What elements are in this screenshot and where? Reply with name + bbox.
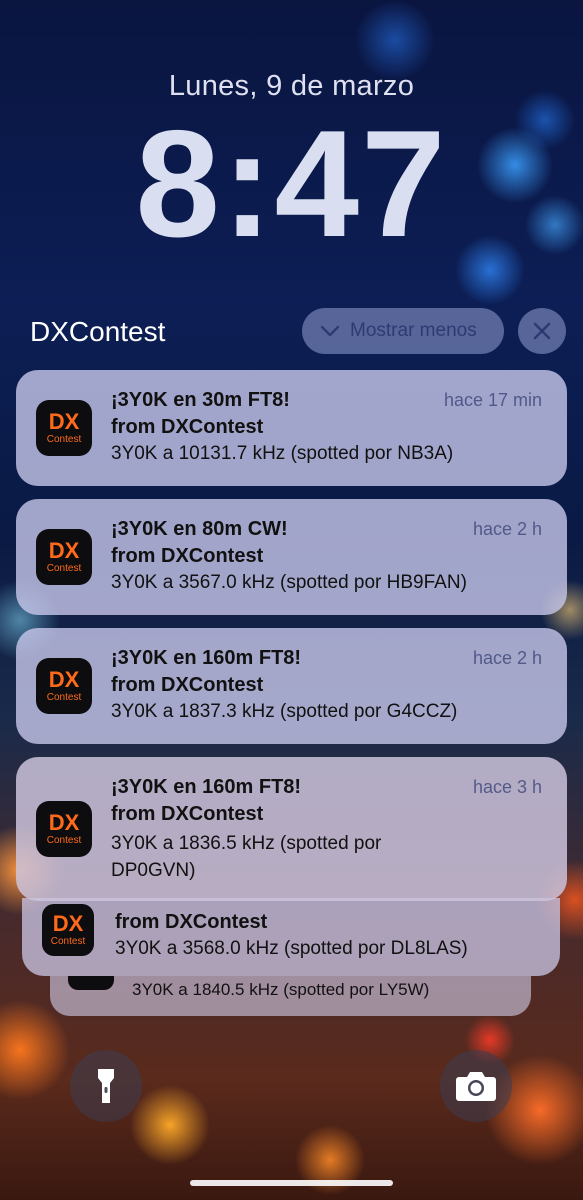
notification-time: hace 2 h [472, 519, 542, 539]
dxcontest-app-icon [68, 976, 114, 990]
notification-body: 3Y0K a 1836.5 kHz (spotted por DP0GVN) [111, 833, 382, 881]
show-less-label: Mostrar menos [350, 320, 477, 341]
notification-title: ¡3Y0K en 30m FT8! [111, 389, 290, 411]
app-icon-dx: DX [48, 809, 80, 835]
notification-title: ¡3Y0K en 160m FT8! [111, 776, 302, 798]
notification-title: ¡3Y0K en 160m FT8! [111, 647, 302, 669]
stacked-notification-peek[interactable]: 3Y0K a 1840.5 kHz (spotted por LY5W) [50, 976, 531, 1016]
notification-card[interactable]: DX Contest ¡3Y0K en 30m FT8! from DXCont… [16, 370, 567, 486]
lockscreen-clock: 8:47 [135, 99, 448, 269]
notification-time: hace 17 min [443, 390, 542, 410]
clear-group-button[interactable] [518, 308, 566, 354]
app-icon-dx: DX [48, 408, 80, 434]
chevron-down-icon [320, 325, 340, 337]
camera-icon [456, 1072, 496, 1101]
app-icon-contest: Contest [46, 691, 82, 703]
notification-body: 3Y0K a 3568.0 kHz (spotted por DL8LAS) [115, 938, 468, 959]
notification-time: hace 3 h [472, 777, 542, 797]
notification-subtitle: from DXContest [111, 545, 264, 567]
notification-body: 3Y0K a 1840.5 kHz (spotted por LY5W) [132, 980, 430, 999]
dxcontest-app-icon: DX Contest [36, 658, 92, 714]
camera-button[interactable] [440, 1050, 512, 1122]
show-less-button[interactable]: Mostrar menos [302, 308, 504, 354]
app-icon-dx: DX [48, 666, 80, 692]
notification-time: hace 2 h [472, 648, 542, 668]
dxcontest-app-icon: DX Contest [36, 400, 92, 456]
app-icon-contest: Contest [46, 433, 82, 445]
close-icon [533, 322, 551, 340]
notification-subtitle: from DXContest [111, 674, 264, 696]
group-app-name: DXContest [30, 316, 166, 347]
notification-card[interactable]: DX Contest ¡3Y0K en 160m FT8! from DXCon… [16, 757, 567, 901]
app-icon-contest: Contest [46, 562, 82, 574]
dxcontest-app-icon: DX Contest [36, 529, 92, 585]
notification-group-header: DXContest Mostrar menos [0, 308, 583, 358]
notification-card[interactable]: DX Contest ¡3Y0K en 80m CW! from DXConte… [16, 499, 567, 615]
notification-body: 3Y0K a 3567.0 kHz (spotted por HB9FAN) [111, 572, 467, 593]
app-icon-dx: DX [52, 910, 84, 936]
dxcontest-app-icon: DX Contest [36, 801, 92, 857]
home-indicator[interactable] [190, 1180, 393, 1186]
notification-body: 3Y0K a 1837.3 kHz (spotted por G4CCZ) [111, 701, 458, 722]
notification-body: 3Y0K a 10131.7 kHz (spotted por NB3A) [111, 443, 454, 464]
app-icon-contest: Contest [50, 935, 86, 947]
notification-card[interactable]: DX Contest ¡3Y0K en 160m FT8! from DXCon… [16, 628, 567, 744]
stacked-notification[interactable]: DX Contest from DXContest 3Y0K a 3568.0 … [22, 898, 560, 976]
app-icon-dx: DX [48, 537, 80, 563]
notification-subtitle: from DXContest [115, 911, 268, 933]
notification-title: ¡3Y0K en 80m CW! [111, 518, 288, 540]
notification-subtitle: from DXContest [111, 416, 264, 438]
notification-subtitle: from DXContest [111, 803, 264, 825]
app-icon-contest: Contest [46, 834, 82, 846]
dxcontest-app-icon: DX Contest [42, 904, 94, 956]
flashlight-icon [98, 1069, 114, 1103]
flashlight-button[interactable] [70, 1050, 142, 1122]
